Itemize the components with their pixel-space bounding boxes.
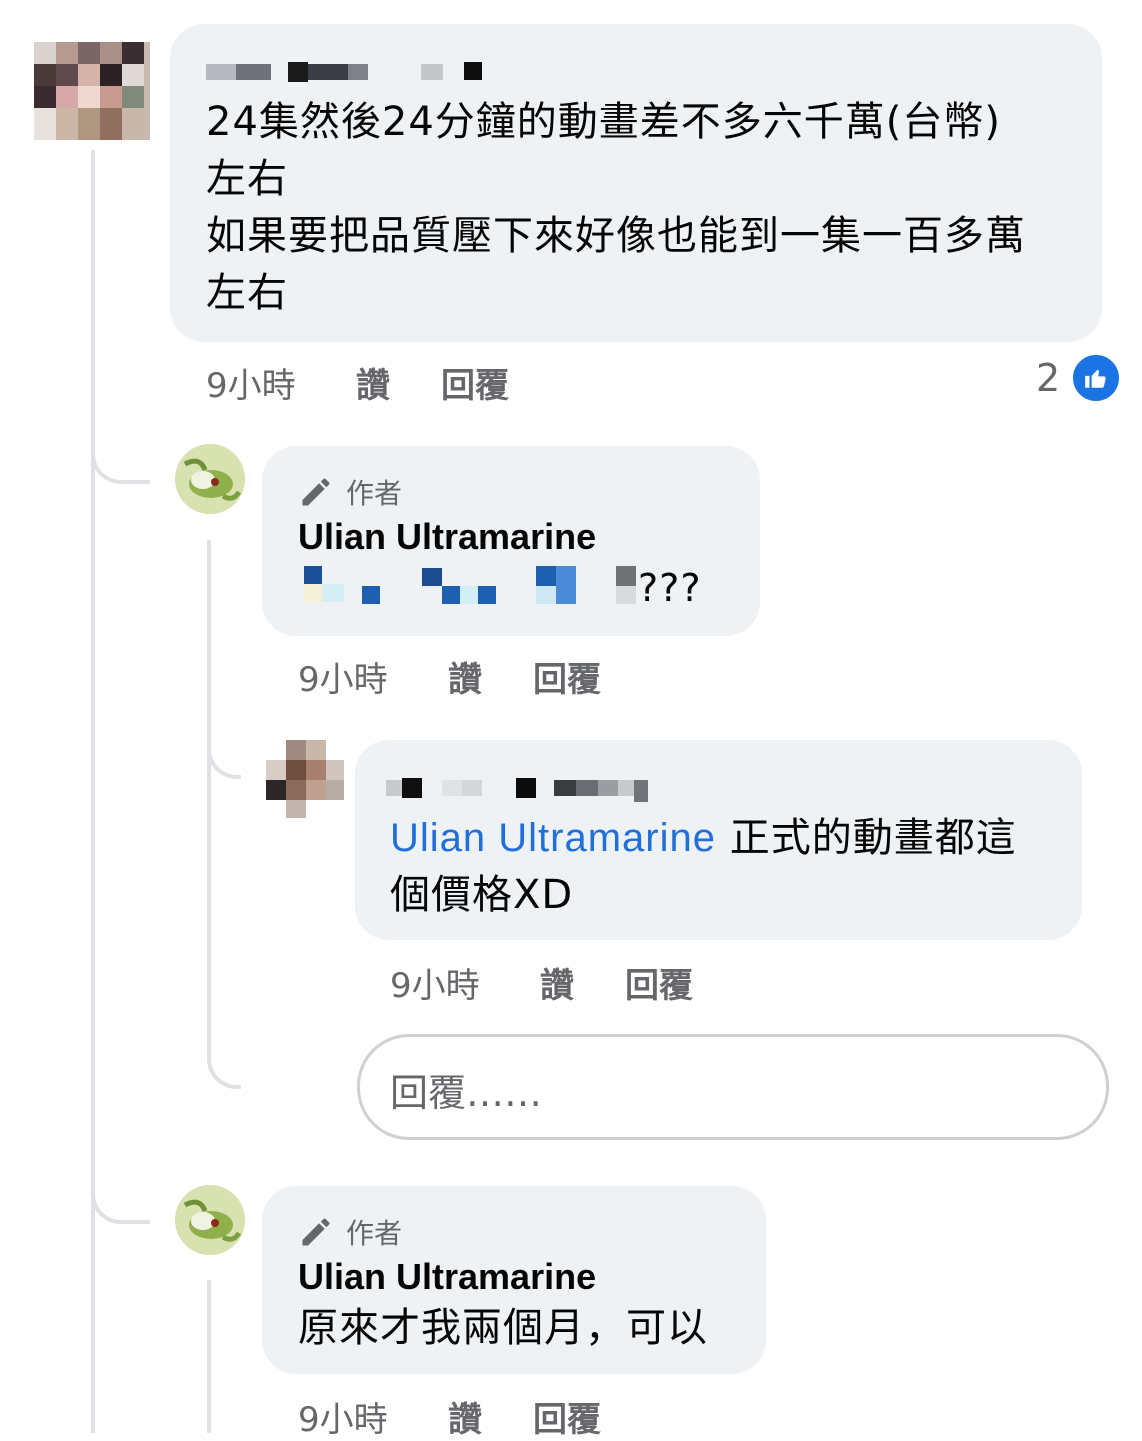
reaction-count-number: 2: [1036, 356, 1061, 400]
comment-text-redacted: [304, 566, 636, 606]
pen-icon: [302, 478, 330, 506]
pen-icon: [302, 1218, 330, 1246]
comment-text-suffix: ???: [638, 566, 702, 610]
thread-line-sub: [207, 1280, 211, 1433]
thread-branch: [91, 420, 150, 484]
commenter-name-redacted[interactable]: [386, 778, 666, 802]
comment-actions: 9小時 讚 回覆: [298, 652, 601, 701]
like-button[interactable]: 讚: [448, 652, 533, 701]
reaction-count[interactable]: 2: [1036, 352, 1123, 404]
comment-text-line: 個價格XD: [390, 872, 574, 918]
like-button[interactable]: 讚: [448, 1392, 533, 1441]
avatar[interactable]: [34, 42, 150, 140]
reply-button[interactable]: 回覆: [625, 958, 693, 1007]
timestamp[interactable]: 9小時: [390, 958, 540, 1007]
reply-button[interactable]: 回覆: [533, 1392, 601, 1441]
avatar[interactable]: [175, 1185, 245, 1255]
comment-text: 正式的動畫都這: [715, 815, 1017, 861]
author-name[interactable]: Ulian Ultramarine: [298, 516, 596, 558]
avatar[interactable]: [266, 740, 344, 818]
avatar[interactable]: [175, 444, 245, 514]
commenter-name-redacted[interactable]: [206, 62, 486, 82]
like-icon: [1070, 352, 1123, 404]
comment-text-line: 24集然後24分鐘的動畫差不多六千萬(台幣): [206, 99, 1002, 145]
thread-line-sub: [207, 540, 211, 1040]
comment-text-line: 如果要把品質壓下來好像也能到一集一百多萬: [206, 213, 1026, 259]
timestamp[interactable]: 9小時: [298, 1392, 448, 1441]
creature-avatar-icon: [175, 1185, 245, 1255]
author-badge-label: 作者: [346, 477, 403, 510]
thread-branch: [207, 720, 241, 779]
thread-line-main: [91, 150, 95, 1433]
thread-branch: [91, 1160, 150, 1224]
comment-text-line: Ulian Ultramarine 正式的動畫都這: [390, 810, 1017, 867]
author-badge: 作者: [298, 472, 402, 512]
author-badge: 作者: [298, 1212, 402, 1252]
comment-text-line: 左右: [206, 270, 288, 316]
comment-actions: 9小時 讚 回覆: [206, 358, 509, 407]
mention-link[interactable]: Ulian Ultramarine: [390, 816, 716, 860]
like-button[interactable]: 讚: [540, 958, 625, 1007]
reply-button[interactable]: 回覆: [533, 652, 601, 701]
author-badge-label: 作者: [346, 1217, 403, 1250]
timestamp[interactable]: 9小時: [206, 358, 356, 407]
timestamp[interactable]: 9小時: [298, 652, 448, 701]
comment-actions: 9小時 讚 回覆: [298, 1392, 601, 1441]
comment-text-line: 左右: [206, 156, 288, 202]
comment-text-line: 原來才我兩個月，可以: [298, 1305, 708, 1351]
like-button[interactable]: 讚: [356, 358, 441, 407]
reply-button[interactable]: 回覆: [441, 358, 509, 407]
creature-avatar-icon: [175, 444, 245, 514]
comment-actions: 9小時 讚 回覆: [390, 958, 693, 1007]
author-name[interactable]: Ulian Ultramarine: [298, 1256, 596, 1298]
reply-input-placeholder: 回覆……: [390, 1071, 543, 1115]
thread-branch: [207, 1030, 241, 1089]
